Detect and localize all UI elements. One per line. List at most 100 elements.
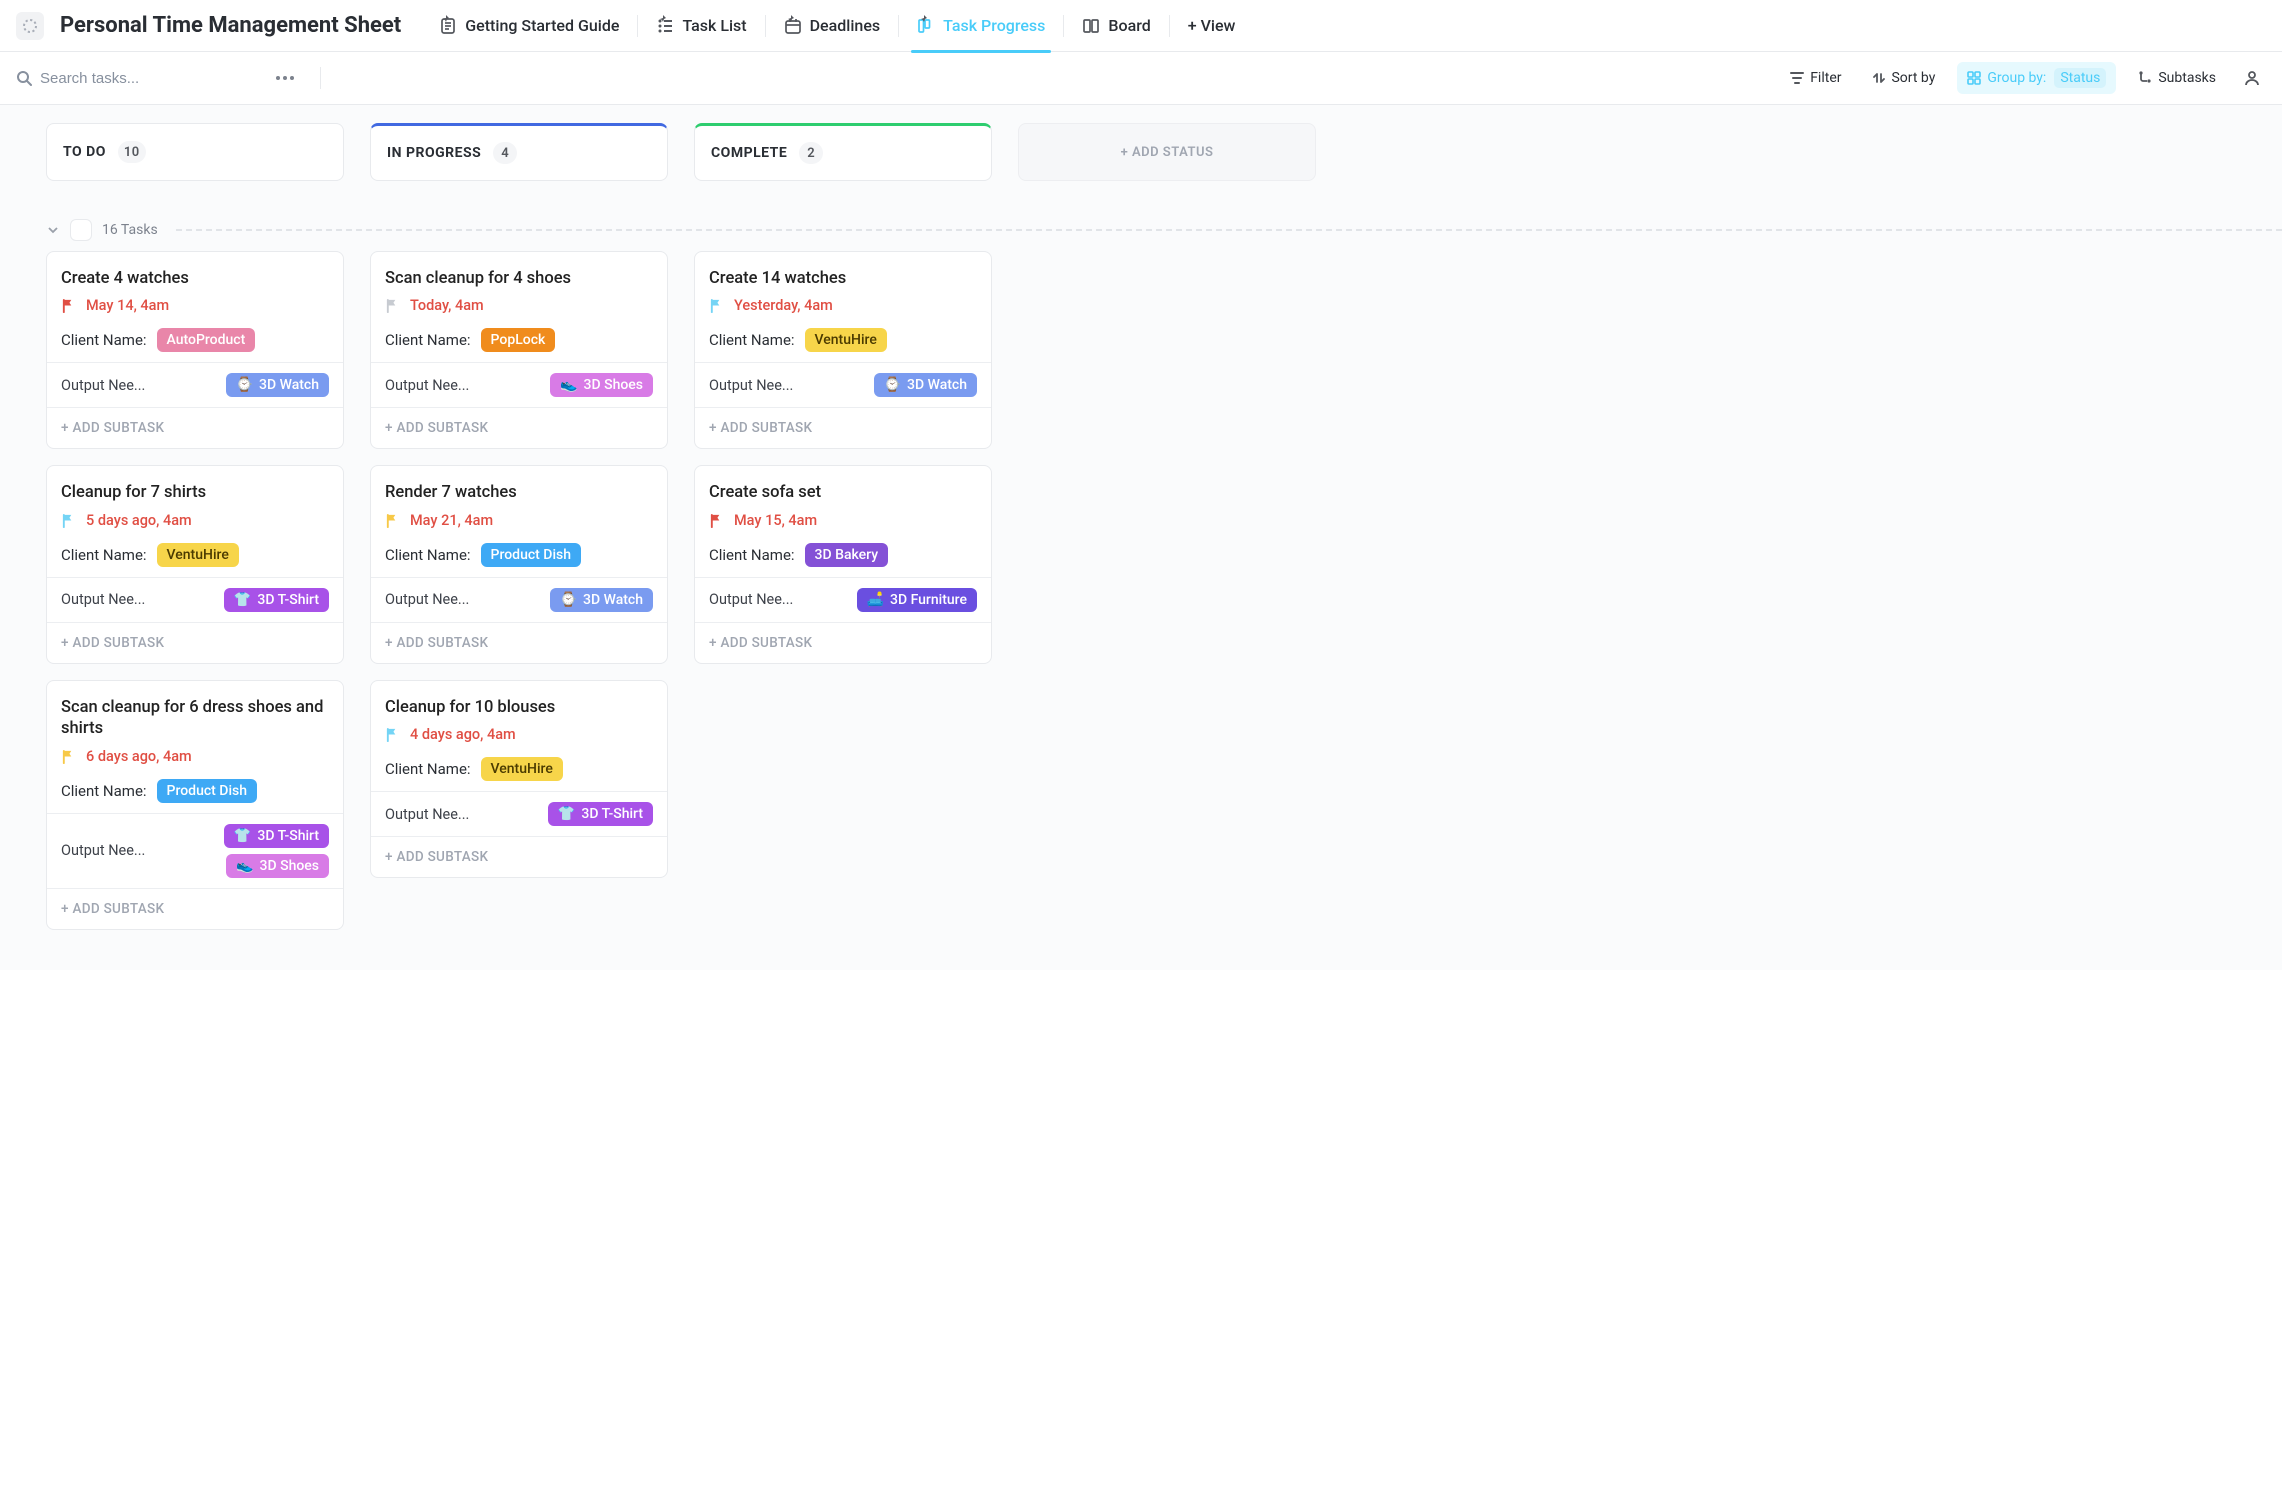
add-subtask-button[interactable]: + ADD SUBTASK	[47, 888, 343, 929]
task-card[interactable]: Create 4 watches May 14, 4am Client Name…	[46, 251, 344, 449]
output-pill[interactable]: 3D T-Shirt	[224, 824, 329, 848]
view-tab-task-progress[interactable]: Task Progress	[903, 10, 1059, 41]
output-pill[interactable]: 3D Watch	[226, 373, 329, 397]
column-title: COMPLETE	[711, 145, 787, 161]
client-pill[interactable]: VentuHire	[157, 543, 239, 567]
add-subtask-button[interactable]: + ADD SUBTASK	[371, 407, 667, 448]
task-title: Scan cleanup for 4 shoes	[385, 268, 653, 289]
view-tab-label: Getting Started Guide	[465, 16, 619, 35]
priority-flag-icon[interactable]	[709, 513, 724, 528]
task-card[interactable]: Scan cleanup for 4 shoes Today, 4am Clie…	[370, 251, 668, 449]
priority-flag-icon[interactable]	[61, 298, 76, 313]
output-pill[interactable]: 3D Watch	[874, 373, 977, 397]
task-card[interactable]: Create 14 watches Yesterday, 4am Client …	[694, 251, 992, 449]
add-status-button[interactable]: + ADD STATUS	[1018, 123, 1316, 181]
filter-button[interactable]: Filter	[1780, 64, 1851, 92]
add-subtask-button[interactable]: + ADD SUBTASK	[371, 622, 667, 663]
due-date[interactable]: 5 days ago, 4am	[86, 512, 192, 529]
add-view-button[interactable]: + View	[1174, 10, 1250, 41]
due-date[interactable]: May 14, 4am	[86, 297, 169, 314]
task-card[interactable]: Render 7 watches May 21, 4am Client Name…	[370, 465, 668, 663]
client-pill[interactable]: 3D Bakery	[805, 543, 889, 567]
due-date[interactable]: 6 days ago, 4am	[86, 748, 192, 765]
column-header-inprogress[interactable]: IN PROGRESS4	[370, 123, 668, 181]
client-pill[interactable]: PopLock	[481, 328, 556, 352]
group-icon	[1967, 71, 1981, 85]
client-pill[interactable]: VentuHire	[481, 757, 563, 781]
output-pill[interactable]: 3D Watch	[550, 588, 653, 612]
task-card[interactable]: Scan cleanup for 6 dress shoes and shirt…	[46, 680, 344, 930]
priority-flag-icon[interactable]	[385, 298, 400, 313]
client-pill[interactable]: AutoProduct	[157, 328, 256, 352]
add-subtask-button[interactable]: + ADD SUBTASK	[695, 407, 991, 448]
divider	[637, 15, 638, 37]
task-title: Render 7 watches	[385, 482, 653, 503]
groupby-button[interactable]: Group by: Status	[1957, 62, 2116, 94]
filter-label: Filter	[1810, 70, 1841, 86]
add-subtask-button[interactable]: + ADD SUBTASK	[695, 622, 991, 663]
output-pill[interactable]: 3D Furniture	[857, 588, 977, 612]
task-card[interactable]: Create sofa set May 15, 4am Client Name:…	[694, 465, 992, 663]
group-header[interactable]: 16 Tasks	[46, 191, 2282, 251]
output-pill[interactable]: 3D Shoes	[550, 373, 653, 397]
priority-flag-icon[interactable]	[61, 749, 76, 764]
output-pill[interactable]: 3D Shoes	[226, 854, 329, 878]
column-title: TO DO	[63, 144, 106, 160]
view-tab-deadlines[interactable]: Deadlines	[770, 10, 895, 41]
priority-flag-icon[interactable]	[385, 727, 400, 742]
task-card[interactable]: Cleanup for 10 blouses 4 days ago, 4am C…	[370, 680, 668, 878]
task-title: Cleanup for 7 shirts	[61, 482, 329, 503]
subtasks-icon	[2138, 71, 2152, 85]
add-subtask-button[interactable]: + ADD SUBTASK	[371, 836, 667, 877]
column-complete: Create 14 watches Yesterday, 4am Client …	[694, 251, 992, 664]
topbar: Personal Time Management Sheet Getting S…	[0, 0, 2282, 52]
app-icon	[16, 12, 44, 40]
due-date[interactable]: 4 days ago, 4am	[410, 726, 516, 743]
calendar-icon	[784, 17, 802, 35]
output-pill[interactable]: 3D T-Shirt	[548, 802, 653, 826]
divider	[1169, 15, 1170, 37]
group-divider	[176, 229, 2282, 231]
view-tab-board[interactable]: Board	[1068, 10, 1164, 41]
client-name-label: Client Name:	[709, 331, 795, 349]
priority-flag-icon[interactable]	[61, 513, 76, 528]
due-date[interactable]: May 15, 4am	[734, 512, 817, 529]
view-tab-task-list[interactable]: Task List	[642, 10, 760, 41]
column-header-todo[interactable]: TO DO10	[46, 123, 344, 181]
view-tab-getting-started-guide[interactable]: Getting Started Guide	[425, 10, 633, 41]
task-card[interactable]: Cleanup for 7 shirts 5 days ago, 4am Cli…	[46, 465, 344, 663]
search-input[interactable]	[40, 70, 200, 87]
search-icon	[16, 70, 32, 86]
due-date[interactable]: Yesterday, 4am	[734, 297, 833, 314]
client-name-label: Client Name:	[385, 331, 471, 349]
priority-flag-icon[interactable]	[709, 298, 724, 313]
column-todo: Create 4 watches May 14, 4am Client Name…	[46, 251, 344, 930]
subtasks-button[interactable]: Subtasks	[2128, 64, 2226, 92]
due-date[interactable]: Today, 4am	[410, 297, 484, 314]
sortby-button[interactable]: Sort by	[1863, 64, 1945, 92]
client-pill[interactable]: Product Dish	[157, 779, 257, 803]
output-needed-label: Output Nee...	[709, 377, 793, 394]
column-count: 2	[799, 142, 823, 164]
output-needed-label: Output Nee...	[61, 377, 145, 394]
client-pill[interactable]: VentuHire	[805, 328, 887, 352]
column-header-complete[interactable]: COMPLETE 2	[694, 123, 992, 181]
assignee-button[interactable]	[2238, 64, 2266, 92]
add-view-label: + View	[1188, 16, 1236, 35]
task-title: Create 14 watches	[709, 268, 977, 289]
due-date[interactable]: May 21, 4am	[410, 512, 493, 529]
task-title: Create sofa set	[709, 482, 977, 503]
add-subtask-button[interactable]: + ADD SUBTASK	[47, 407, 343, 448]
output-needed-label: Output Nee...	[385, 591, 469, 608]
groupby-value: Status	[2054, 68, 2106, 88]
search-box[interactable]	[16, 70, 256, 87]
priority-flag-icon[interactable]	[385, 513, 400, 528]
board-icon	[917, 17, 935, 35]
more-menu-button[interactable]	[268, 72, 302, 84]
output-pill[interactable]: 3D T-Shirt	[224, 588, 329, 612]
client-name-label: Client Name:	[61, 546, 147, 564]
client-name-label: Client Name:	[709, 546, 795, 564]
client-pill[interactable]: Product Dish	[481, 543, 581, 567]
chevron-down-icon[interactable]	[46, 223, 60, 237]
add-subtask-button[interactable]: + ADD SUBTASK	[47, 622, 343, 663]
